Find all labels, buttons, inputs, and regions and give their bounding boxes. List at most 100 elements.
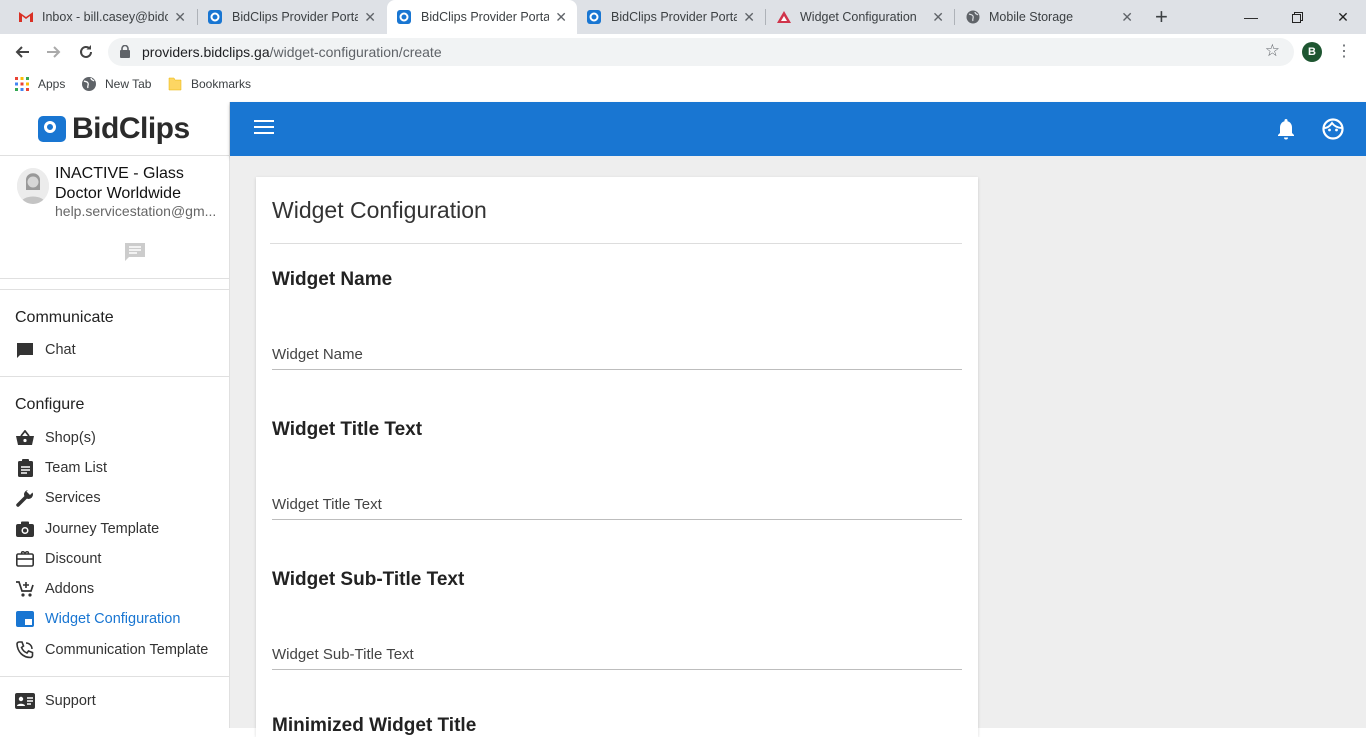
- sidebar-item-communication-template[interactable]: Communication Template: [15, 638, 229, 662]
- section-heading-widget-title-text: Widget Title Text: [272, 419, 423, 440]
- page-title: Widget Configuration: [272, 197, 487, 223]
- close-tab-icon[interactable]: ✕: [743, 9, 755, 26]
- triangle-icon: [776, 9, 792, 25]
- browser-profile-avatar[interactable]: B: [1302, 42, 1322, 62]
- browser-tab-strip: Inbox - bill.casey@bidc ✕ BidClips Provi…: [0, 0, 1366, 34]
- menu-icon[interactable]: [254, 120, 274, 136]
- bookmark-label: Bookmarks: [191, 77, 252, 91]
- sidebar-item-label: Discount: [45, 551, 102, 567]
- sidebar-item-label: Journey Template: [45, 521, 160, 537]
- tab-title: BidClips Provider Portal: [232, 10, 359, 24]
- close-tab-icon[interactable]: ✕: [555, 9, 567, 26]
- tab-title: Widget Configuration: [800, 10, 917, 24]
- chat-icon: [15, 340, 35, 360]
- camera-icon: [15, 519, 35, 539]
- globe-icon: [82, 77, 96, 91]
- avatar: [17, 168, 49, 204]
- bookmark-new-tab[interactable]: New Tab: [81, 76, 151, 92]
- bookmark-apps[interactable]: Apps: [14, 76, 65, 92]
- new-tab-plus-icon[interactable]: +: [1155, 5, 1168, 29]
- bidclips-icon: [208, 9, 224, 25]
- sidebar-item-label: Support: [45, 693, 96, 709]
- message-icon[interactable]: [124, 242, 146, 262]
- browser-tab-widget-config[interactable]: Widget Configuration ✕: [766, 0, 954, 34]
- back-arrow-icon[interactable]: [8, 38, 36, 66]
- user-face-icon[interactable]: [1322, 118, 1344, 140]
- bookmark-label: Apps: [38, 77, 66, 91]
- contact-card-icon: [15, 691, 35, 711]
- widget-config-card: Widget Configuration Widget Name Widget …: [256, 177, 978, 737]
- forward-arrow-icon[interactable]: [40, 38, 68, 66]
- sidebar-item-team-list[interactable]: Team List: [15, 456, 229, 480]
- brand-name: BidClips: [72, 112, 190, 145]
- gmail-icon: [18, 9, 34, 25]
- reload-icon[interactable]: [72, 38, 100, 66]
- sidebar-item-label: Services: [45, 490, 101, 506]
- window-close-icon[interactable]: ✕: [1320, 0, 1366, 34]
- bidclips-icon: [397, 9, 413, 25]
- section-title-communicate: Communicate: [15, 309, 114, 326]
- sidebar-item-support[interactable]: Support: [15, 689, 229, 713]
- restore-icon[interactable]: [1274, 0, 1320, 34]
- widget-title-text-field[interactable]: [272, 490, 962, 520]
- bidclips-icon: [587, 9, 603, 25]
- close-tab-icon[interactable]: ✕: [174, 9, 186, 26]
- browser-tab-gmail[interactable]: Inbox - bill.casey@bidc ✕: [8, 0, 196, 34]
- widget-name-input[interactable]: [272, 340, 962, 369]
- sidebar-item-label: Shop(s): [45, 430, 96, 446]
- globe-icon: [965, 9, 981, 25]
- browser-tab-bidclips-1[interactable]: BidClips Provider Portal ✕: [198, 0, 386, 34]
- tab-title: BidClips Provider Portal: [421, 10, 550, 24]
- bookmark-label: New Tab: [105, 77, 152, 91]
- sidebar-item-label: Widget Configuration: [45, 611, 181, 627]
- widget-title-text-input[interactable]: [272, 490, 962, 519]
- bell-icon[interactable]: [1276, 118, 1296, 140]
- browser-tab-bidclips-3[interactable]: BidClips Provider Portal ✕: [577, 0, 765, 34]
- widget-subtitle-text-input[interactable]: [272, 640, 962, 669]
- sidebar-item-label: Team List: [45, 460, 108, 476]
- lock-icon: [120, 45, 130, 58]
- divider: [270, 243, 962, 244]
- bookmark-star-icon[interactable]: ☆: [1265, 41, 1280, 61]
- sidebar-item-chat[interactable]: Chat: [15, 338, 229, 362]
- sidebar-item-journey-template[interactable]: Journey Template: [15, 517, 229, 541]
- tab-title: Inbox - bill.casey@bidc: [42, 10, 169, 24]
- brand-logo[interactable]: BidClips: [38, 112, 190, 146]
- bidclips-logo-icon: [38, 116, 66, 142]
- browser-tab-mobile-storage[interactable]: Mobile Storage ✕: [955, 0, 1143, 34]
- sidebar-item-services[interactable]: Services: [15, 486, 229, 510]
- sidebar-item-label: Communication Template: [45, 642, 209, 658]
- section-heading-minimized-widget-title: Minimized Widget Title: [272, 715, 477, 736]
- sidebar-item-shops[interactable]: Shop(s): [15, 426, 229, 450]
- wrench-icon: [15, 488, 35, 508]
- app-header: [230, 102, 1366, 156]
- profile-name: INACTIVE - Glass Doctor Worldwide: [55, 165, 184, 202]
- bookmarks-bar: Apps New Tab Bookmarks: [0, 70, 1366, 98]
- main-content: Widget Configuration Widget Name Widget …: [230, 156, 1366, 737]
- close-tab-icon[interactable]: ✕: [932, 9, 944, 26]
- tab-title: BidClips Provider Portal: [611, 10, 738, 24]
- browser-tab-bidclips-active[interactable]: BidClips Provider Portal ✕: [387, 0, 577, 34]
- phone-settings-icon: [15, 640, 35, 660]
- folder-icon: [168, 77, 182, 91]
- close-tab-icon[interactable]: ✕: [364, 9, 376, 26]
- close-tab-icon[interactable]: ✕: [1121, 9, 1133, 26]
- widget-icon: [15, 609, 35, 629]
- shopping-basket-icon: [15, 428, 35, 448]
- widget-name-field[interactable]: [272, 340, 962, 370]
- section-title-configure: Configure: [15, 396, 85, 413]
- widget-subtitle-text-field[interactable]: [272, 640, 962, 670]
- sidebar-item-addons[interactable]: Addons: [15, 577, 229, 601]
- browser-menu-icon[interactable]: ⋮: [1336, 40, 1352, 64]
- sidebar: BidClips INACTIVE - Glass Doctor Worldwi…: [0, 102, 230, 728]
- address-bar[interactable]: providers.bidclips.ga/widget-configurati…: [108, 38, 1294, 66]
- bookmark-folder[interactable]: Bookmarks: [167, 76, 251, 92]
- sidebar-item-widget-configuration[interactable]: Widget Configuration: [15, 607, 229, 631]
- apps-grid-icon: [15, 77, 29, 91]
- minimize-icon[interactable]: —: [1228, 0, 1274, 34]
- url-text: providers.bidclips.ga/widget-configurati…: [142, 44, 442, 60]
- clipboard-icon: [15, 458, 35, 478]
- sidebar-item-label: Addons: [45, 581, 95, 597]
- add-cart-icon: [15, 579, 35, 599]
- sidebar-item-discount[interactable]: Discount: [15, 547, 229, 571]
